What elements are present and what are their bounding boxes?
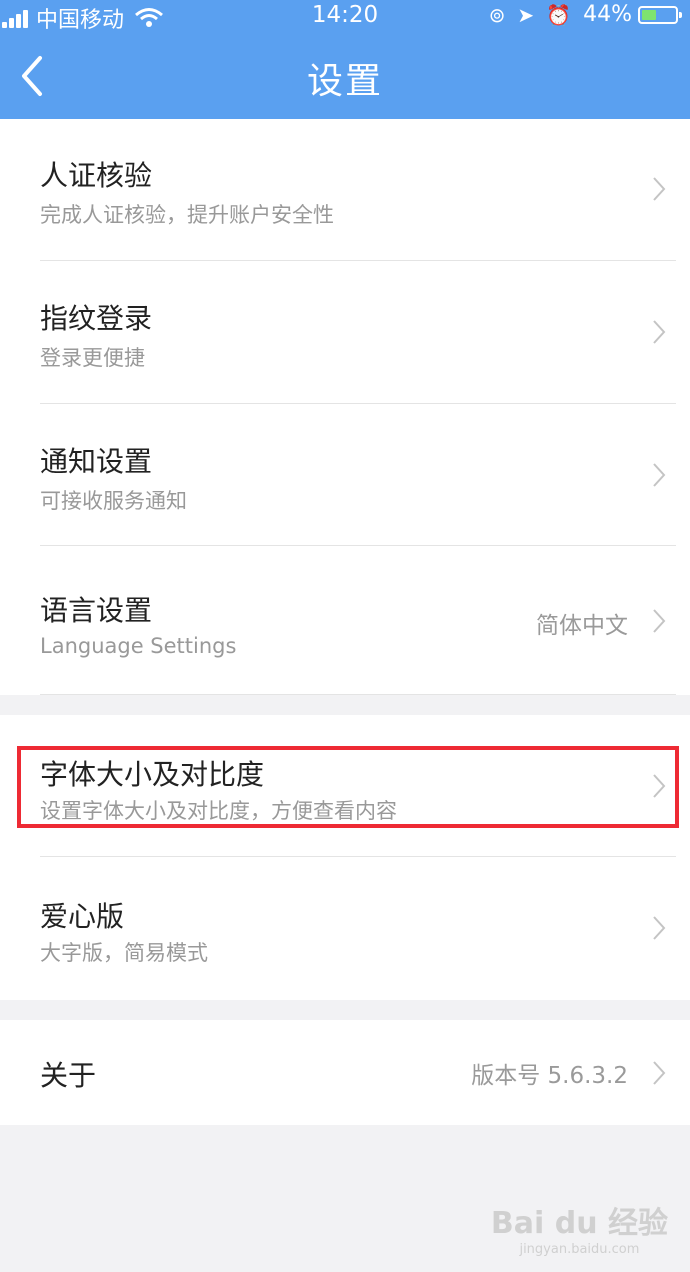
settings-item-care-edition[interactable]: 爱心版 大字版，简易模式 [0, 857, 690, 1000]
item-subtitle: Language Settings [40, 634, 237, 658]
highlight-box [17, 746, 679, 828]
baidu-jingyan-watermark: Bai du 经验 jingyan.baidu.com [491, 1198, 668, 1257]
alarm-icon: ⏰ [546, 2, 572, 27]
battery-percent: 44% [583, 2, 632, 27]
item-subtitle: 可接收服务通知 [40, 489, 187, 513]
battery-icon [638, 5, 682, 24]
settings-item-language[interactable]: 语言设置 Language Settings 简体中文 [0, 546, 690, 695]
chevron-right-icon [653, 1061, 666, 1085]
item-subtitle: 大字版，简易模式 [40, 941, 208, 965]
chevron-right-icon [653, 177, 666, 201]
app-header: 中国移动 14:20 ⊚ ➤ ⏰ 44% 设置 [0, 0, 690, 119]
status-bar: 中国移动 14:20 ⊚ ➤ ⏰ 44% [0, 0, 690, 34]
watermark-brand: Bai du 经验 [490, 1206, 668, 1241]
chevron-right-icon [653, 916, 666, 940]
item-title: 爱心版 [40, 900, 125, 933]
item-subtitle: 登录更便捷 [40, 346, 145, 370]
divider [40, 694, 676, 695]
battery-level [642, 9, 656, 20]
item-title: 通知设置 [40, 445, 153, 478]
version-number: 版本号 5.6.3.2 [471, 1063, 628, 1089]
settings-group-3: 关于 版本号 5.6.3.2 [0, 1020, 690, 1125]
settings-item-fingerprint-login[interactable]: 指纹登录 登录更便捷 [0, 261, 690, 404]
item-title: 关于 [40, 1059, 97, 1092]
chevron-right-icon [653, 463, 666, 487]
settings-item-identity-verification[interactable]: 人证核验 完成人证核验，提升账户安全性 [0, 119, 690, 261]
chevron-right-icon [653, 320, 666, 344]
location-icon: ➤ [517, 2, 535, 27]
item-subtitle: 完成人证核验，提升账户安全性 [40, 203, 334, 227]
settings-item-about[interactable]: 关于 版本号 5.6.3.2 [0, 1020, 690, 1125]
chevron-right-icon [653, 609, 666, 633]
settings-group-1: 人证核验 完成人证核验，提升账户安全性 指纹登录 登录更便捷 通知设置 可接收服… [0, 119, 690, 695]
settings-item-notifications[interactable]: 通知设置 可接收服务通知 [0, 404, 690, 546]
item-title: 指纹登录 [40, 302, 153, 335]
page-title: 设置 [306, 61, 383, 102]
item-title: 语言设置 [40, 594, 153, 627]
rotation-lock-icon: ⊚ [488, 2, 506, 27]
item-title: 人证核验 [40, 159, 153, 192]
watermark-url: jingyan.baidu.com [519, 1242, 640, 1257]
item-value: 简体中文 [536, 613, 628, 639]
